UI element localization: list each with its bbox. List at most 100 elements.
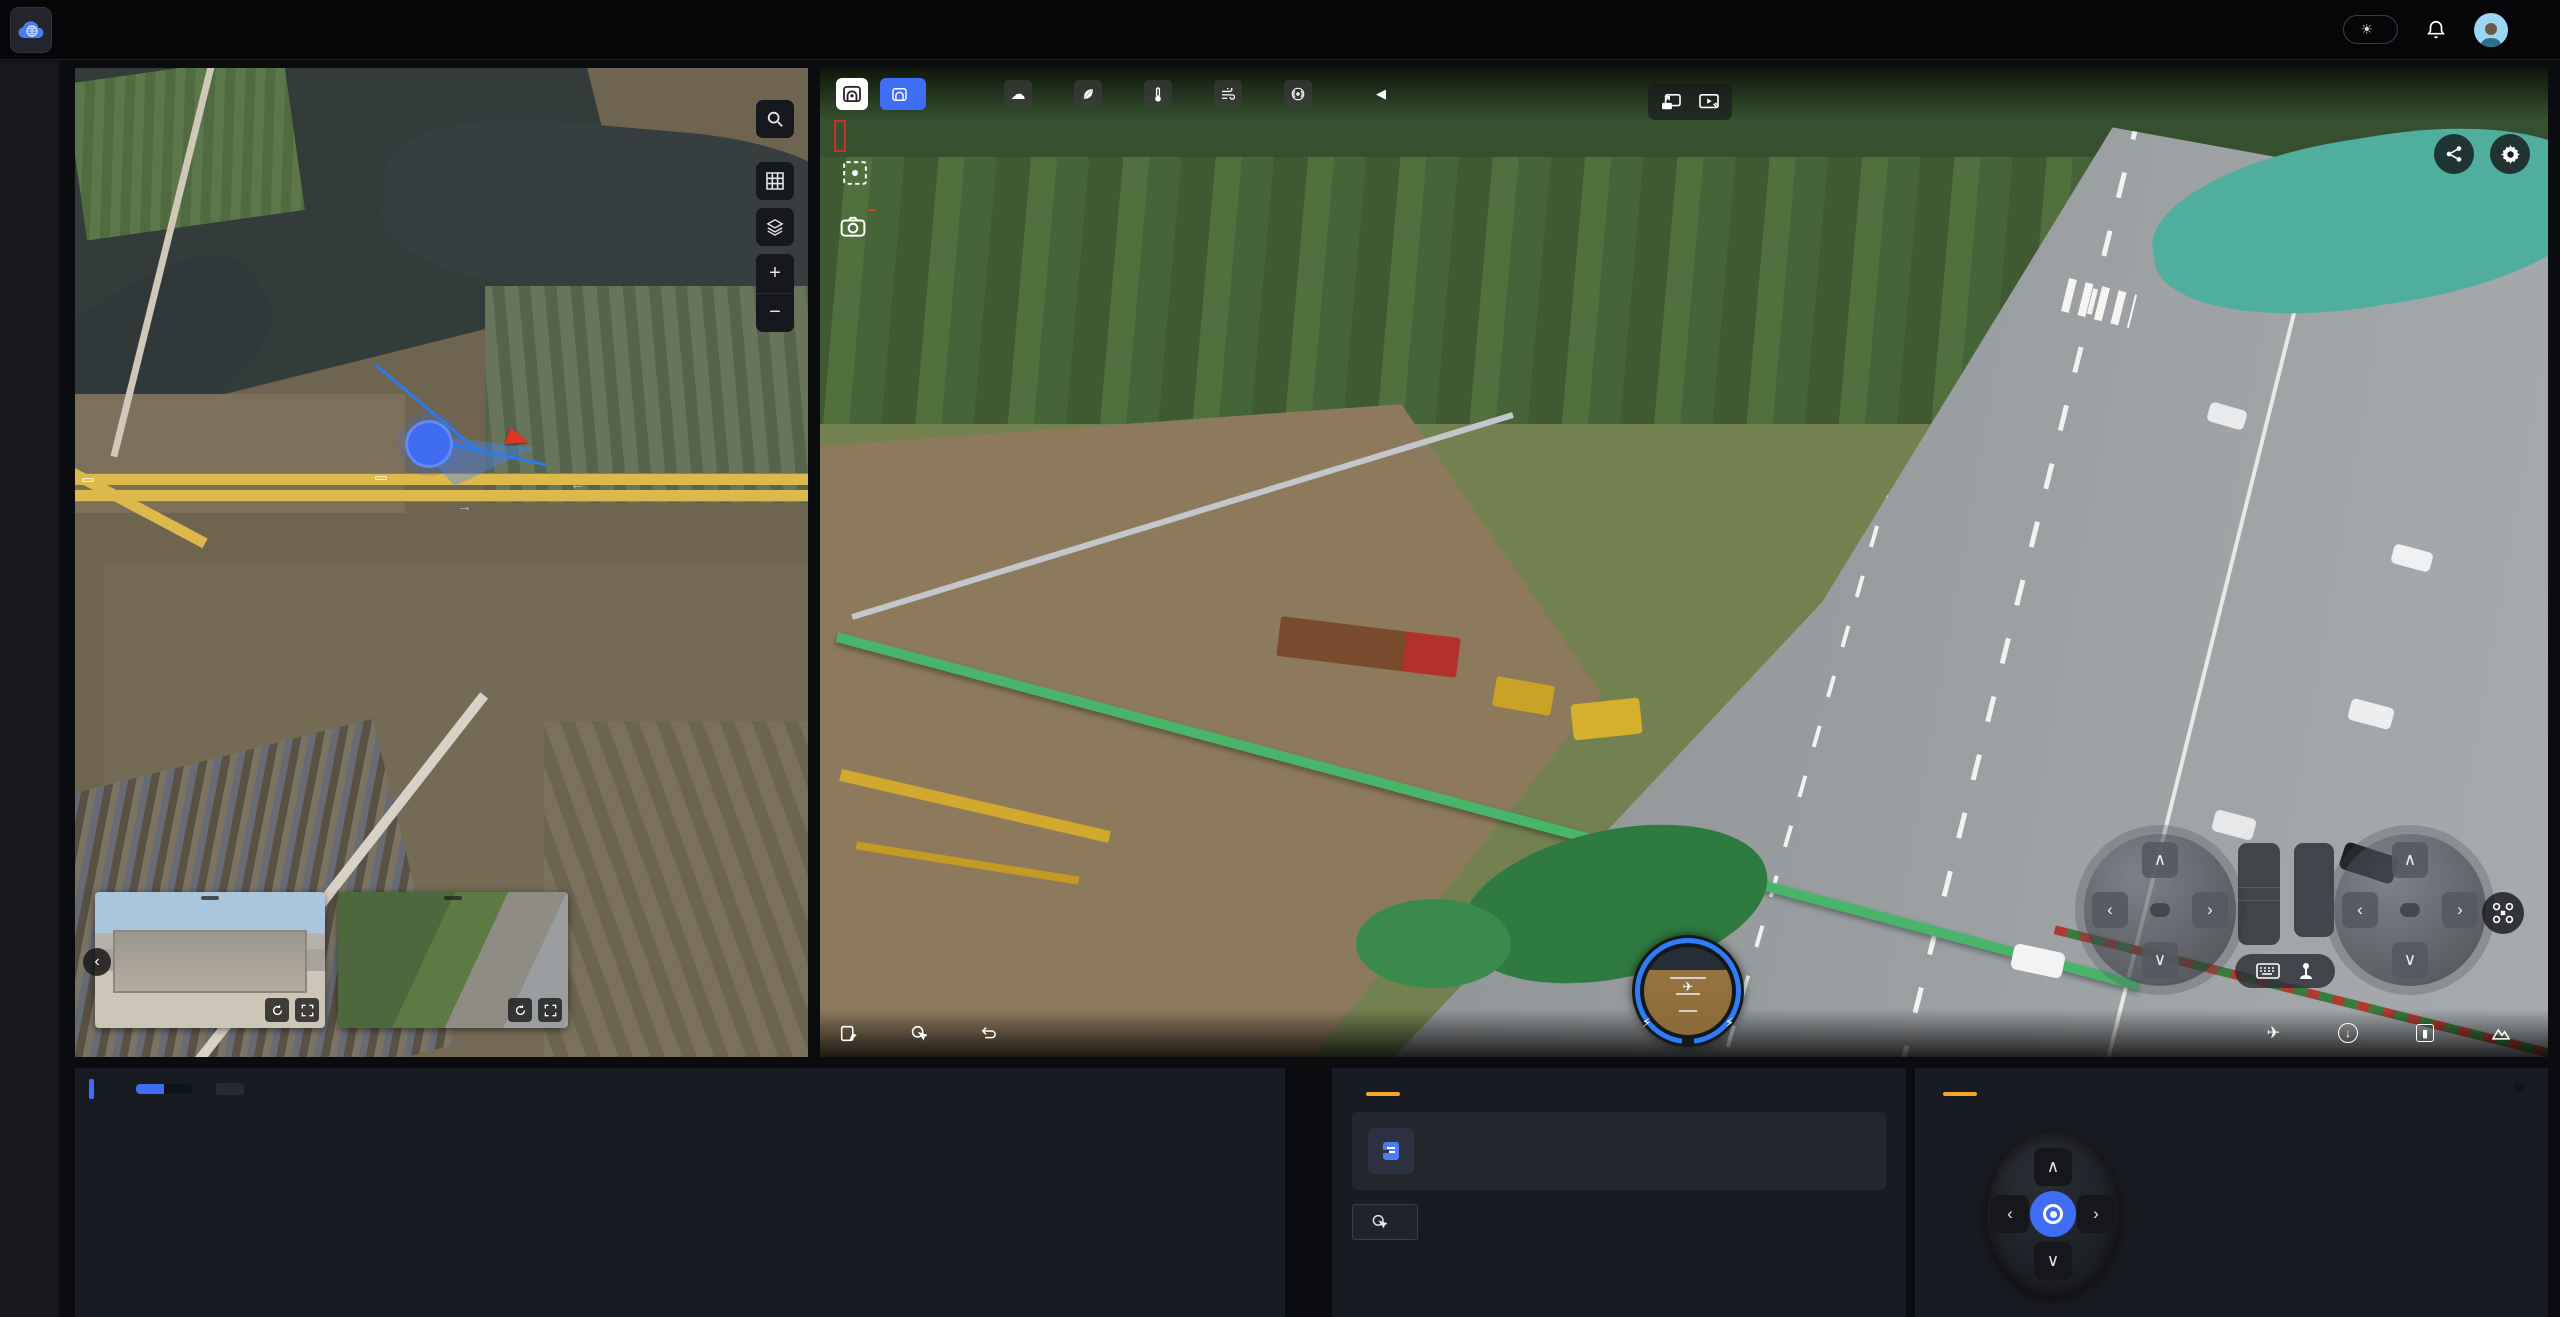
- navbar-right: ☀: [2343, 13, 2560, 47]
- chevron-down-icon[interactable]: ∨: [2392, 942, 2428, 978]
- gimbal-center-button[interactable]: [2030, 1191, 2076, 1237]
- chevron-down-icon[interactable]: ∨: [2142, 942, 2178, 978]
- ai-alert-text: [834, 122, 846, 151]
- gimbal-left-button[interactable]: ‹: [1991, 1195, 2029, 1233]
- video-thumb-label[interactable]: [444, 896, 462, 900]
- one-key-return-button[interactable]: [980, 1026, 1006, 1041]
- gimbal-up-button[interactable]: ∧: [2034, 1148, 2072, 1186]
- map-grid-button[interactable]: [756, 162, 794, 200]
- ai-panel-header: [75, 1068, 1285, 1110]
- active-underline: [1943, 1092, 1977, 1096]
- chevron-up-icon[interactable]: ∧: [2392, 842, 2428, 878]
- road-direction-arrow: →: [457, 498, 472, 515]
- video-thumb-label[interactable]: [201, 896, 219, 900]
- settings-gear-button[interactable]: [2490, 134, 2530, 174]
- toggle-on-button[interactable]: [136, 1084, 164, 1094]
- scene-tarp: [1356, 899, 1512, 988]
- thumbnail-prev-button[interactable]: ‹: [83, 948, 111, 976]
- elevation: [2492, 1023, 2528, 1043]
- drone-mode-button[interactable]: [2482, 892, 2524, 934]
- fullscreen-icon[interactable]: [295, 998, 319, 1022]
- drone-attitude-icon: ✈: [1683, 979, 1694, 995]
- emergency-stop-button[interactable]: [2294, 843, 2334, 937]
- chevron-right-icon[interactable]: ›: [2192, 892, 2228, 928]
- road-badge: [82, 478, 94, 482]
- camera-mode-group: [2514, 1082, 2524, 1092]
- avatar[interactable]: [2474, 13, 2508, 47]
- thumb-controls: [508, 998, 562, 1022]
- pip-swap-icon[interactable]: [1660, 93, 1682, 111]
- video-corner-actions: [2434, 134, 2530, 174]
- chevron-left-icon[interactable]: ‹: [2342, 892, 2378, 928]
- height-icon: ▮: [2416, 1024, 2434, 1042]
- chevron-left-icon[interactable]: ‹: [2092, 892, 2128, 928]
- map-highway: [75, 473, 808, 505]
- keyboard-icon[interactable]: [2256, 963, 2280, 979]
- brand-block: [76, 21, 92, 39]
- map-fields: [544, 721, 808, 1057]
- throttle-joystick[interactable]: ∧ ∨ ‹ ›: [2084, 834, 2236, 986]
- map-panel[interactable]: + − ← → ‹: [75, 68, 808, 1057]
- env-temp-chip: [1074, 80, 1110, 108]
- ai-toggle: [136, 1084, 192, 1094]
- toggle-off-button[interactable]: [164, 1084, 192, 1094]
- direction-label: [2400, 903, 2420, 917]
- one-key-takeoff-button[interactable]: [910, 1025, 936, 1042]
- video-feed[interactable]: ☁ ◀: [820, 68, 2548, 1057]
- down-circle-icon: ↓: [2338, 1023, 2358, 1043]
- refresh-icon[interactable]: [508, 998, 532, 1022]
- altitude: ▮: [2416, 1023, 2452, 1043]
- point-flight-button[interactable]: [1352, 1204, 1418, 1240]
- map-search-button[interactable]: [756, 100, 794, 138]
- gimbal-right-button[interactable]: ›: [2077, 1195, 2115, 1233]
- zoom-in-button[interactable]: +: [756, 254, 794, 294]
- takeoff-panel-header: [1352, 1084, 1886, 1096]
- chevron-right-icon[interactable]: ›: [2442, 892, 2478, 928]
- scene-excavator: [1570, 697, 1642, 740]
- notification-bell-icon[interactable]: [2424, 18, 2448, 42]
- one-key-takeoff-panel: [1332, 1068, 1906, 1317]
- share-button[interactable]: [2434, 134, 2474, 174]
- bitrate-chip: [1284, 80, 1320, 108]
- aircraft-video-thumbnail[interactable]: [338, 892, 568, 1028]
- horizontal-speed: ✈: [2267, 1023, 2298, 1043]
- refresh-icon[interactable]: [265, 998, 289, 1022]
- mission-flight-button[interactable]: [840, 1025, 866, 1042]
- work-status-badge[interactable]: [880, 78, 926, 110]
- detection-filter-select[interactable]: [216, 1083, 244, 1095]
- theme-toggle-button[interactable]: ☀: [2343, 15, 2398, 44]
- detection-thumbnail-grid: [75, 1110, 1285, 1114]
- direction-joystick[interactable]: ∧ ∨ ‹ ›: [2334, 834, 2486, 986]
- snapshot-camera-icon[interactable]: [840, 216, 866, 243]
- drone-map-marker[interactable]: [405, 420, 453, 468]
- dock-video-thumbnail[interactable]: [95, 892, 325, 1028]
- wind-icon: [1214, 80, 1242, 108]
- fullscreen-icon[interactable]: [538, 998, 562, 1022]
- wind-chip: [1214, 80, 1250, 108]
- telemetry-bottom-stats: ✈ ↓ ▮: [2267, 1023, 2528, 1043]
- accent-bar: [89, 1079, 94, 1099]
- road-direction-arrow: ←: [570, 476, 585, 493]
- collapse-arrow-icon[interactable]: ◀: [1376, 86, 1386, 102]
- chevron-up-icon[interactable]: ∧: [2142, 842, 2178, 878]
- video-ai-icon[interactable]: [1698, 93, 1720, 111]
- ai-recognition-panel: [75, 1068, 1285, 1317]
- document-icon: [1368, 1128, 1414, 1174]
- top-navbar: ☀: [0, 0, 2560, 60]
- dock-icon: [892, 88, 907, 101]
- gimbal-down-button[interactable]: ∨: [2034, 1242, 2072, 1280]
- area-select-icon[interactable]: [842, 160, 868, 191]
- throttle-label: [2150, 903, 2170, 917]
- leaf-icon: [1074, 80, 1102, 108]
- gear-control: [2238, 843, 2280, 945]
- dock-mode-button[interactable]: [836, 78, 868, 110]
- return-icon: [980, 1026, 997, 1041]
- map-layers-button[interactable]: [756, 208, 794, 246]
- app-logo[interactable]: [10, 7, 52, 53]
- mountain-icon: [2492, 1027, 2510, 1040]
- zoom-out-button[interactable]: −: [756, 294, 794, 333]
- status-message-box: [1352, 1112, 1886, 1190]
- gimbal-control-panel: ∧ ∨ ‹ ›: [1915, 1068, 2548, 1317]
- joystick-icon[interactable]: [2298, 962, 2314, 980]
- grid-icon: [766, 172, 784, 190]
